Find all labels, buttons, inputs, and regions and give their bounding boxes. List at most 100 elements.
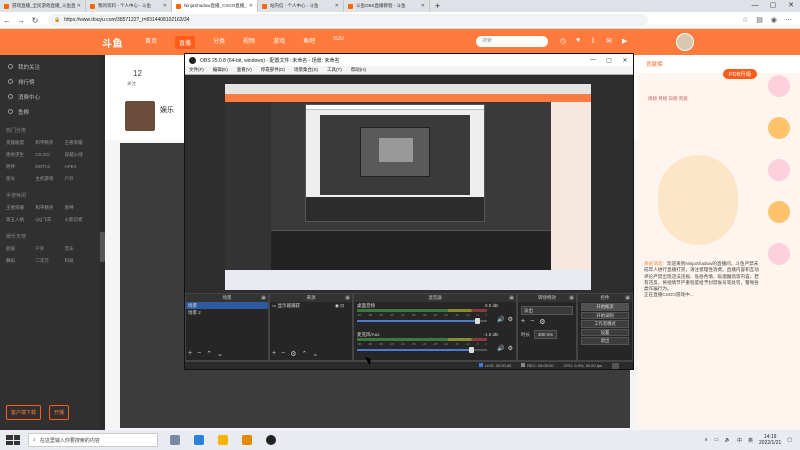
category-link[interactable]: 颜值 xyxy=(6,246,35,252)
dock-close-icon[interactable]: ▣ xyxy=(569,294,574,302)
forward-button[interactable]: → xyxy=(14,16,28,25)
obs-preview[interactable] xyxy=(225,84,591,290)
close-button[interactable]: ✕ xyxy=(782,0,800,12)
profile-icon[interactable]: ◉ xyxy=(771,16,777,24)
close-tab-icon[interactable]: ✕ xyxy=(77,3,81,9)
browser-tab[interactable]: 站内信 - 个人中心 - 斗鱼 ✕ xyxy=(258,0,344,12)
category-link[interactable]: DOTA2 xyxy=(35,164,64,170)
dock-close-icon[interactable]: ▣ xyxy=(261,294,266,302)
category-link[interactable]: 火影忍者 xyxy=(65,217,94,223)
category-link[interactable]: 舞蹈 xyxy=(6,258,35,264)
speaker-icon[interactable]: 🔊 xyxy=(497,345,504,352)
gift-icon[interactable] xyxy=(768,243,790,265)
nav-item[interactable]: S20 xyxy=(333,36,344,49)
add-icon[interactable]: + xyxy=(188,350,192,358)
scene-item-selected[interactable]: 场景 xyxy=(186,302,268,309)
category-link[interactable]: 星光 xyxy=(6,176,35,182)
volume-slider[interactable] xyxy=(357,318,487,324)
sidebar-item-rank[interactable]: 排行榜 xyxy=(0,74,100,89)
category-link[interactable]: 原神 xyxy=(6,164,35,170)
network-icon[interactable]: ▭ xyxy=(714,437,719,443)
follow-icon[interactable]: ♥ xyxy=(576,37,580,45)
move-down-icon[interactable]: ⌄ xyxy=(312,350,318,358)
gear-icon[interactable]: ⚙ xyxy=(508,345,513,352)
close-tab-icon[interactable]: ✕ xyxy=(421,3,425,9)
rank-tabs[interactable]: 周榜 月榜 日榜 贵族 xyxy=(648,95,748,102)
download-icon[interactable]: ⇩ xyxy=(590,37,596,45)
start-recording-button[interactable]: 开始录制 xyxy=(581,311,629,319)
nav-item[interactable]: 鱼吧 xyxy=(303,36,315,49)
windows-start-icon[interactable] xyxy=(6,435,20,445)
gift-icon[interactable] xyxy=(768,159,790,181)
close-tab-icon[interactable]: ✕ xyxy=(335,3,339,9)
category-link[interactable]: 第五人格 xyxy=(6,217,35,223)
back-button[interactable]: ← xyxy=(0,16,14,25)
remove-icon[interactable]: − xyxy=(530,318,534,326)
category-link[interactable]: 原神 xyxy=(65,205,94,211)
sidebar-item-consume[interactable]: 消费中心 xyxy=(0,89,100,104)
speaker-icon[interactable]: 🔊 xyxy=(497,316,504,323)
settings-button[interactable]: 设置 xyxy=(581,328,629,336)
ime-mode[interactable]: 英 xyxy=(748,437,753,444)
nav-item[interactable]: 首页 xyxy=(145,36,157,49)
host-thumbnail[interactable] xyxy=(125,101,155,131)
new-tab-button[interactable]: + xyxy=(430,1,445,11)
tray-expand-icon[interactable]: ∧ xyxy=(704,437,708,443)
ime-indicator[interactable]: 中 xyxy=(737,437,742,444)
start-streaming-button[interactable]: 开始推流 xyxy=(581,303,629,311)
gear-icon[interactable]: ⚙ xyxy=(290,350,296,358)
category-link[interactable]: QQ飞车 xyxy=(35,217,64,223)
sidebar-item-follow[interactable]: 我的关注 xyxy=(0,59,100,74)
close-tab-icon[interactable]: ✕ xyxy=(249,3,253,9)
client-download-button[interactable]: 客户端下载 xyxy=(6,405,42,420)
maximize-button[interactable]: ▢ xyxy=(764,0,782,12)
move-up-icon[interactable]: ⌃ xyxy=(301,350,307,358)
exit-button[interactable]: 退出 xyxy=(581,337,629,345)
douyu-logo[interactable]: 斗鱼 xyxy=(102,35,123,50)
category-link[interactable]: 科技 xyxy=(65,258,94,264)
history-icon[interactable]: ◷ xyxy=(560,37,566,45)
url-field[interactable]: 🔒 https://www.douyu.com/3857122?_t=83144… xyxy=(48,14,648,26)
category-link[interactable]: 绝地求生 xyxy=(6,152,35,158)
start-live-button[interactable]: 开播 xyxy=(49,405,70,420)
menu-view[interactable]: 查看(V) xyxy=(237,67,252,73)
scene-item[interactable]: 场景 2 xyxy=(186,309,268,316)
minimize-button[interactable]: — xyxy=(746,0,764,12)
category-link[interactable]: 英雄联盟 xyxy=(6,140,35,146)
sidebar-item-fish[interactable]: 鱼粮 xyxy=(0,104,100,119)
category-link[interactable]: 和平精英 xyxy=(35,140,64,146)
volume-slider[interactable] xyxy=(357,347,487,353)
duration-input[interactable]: 300 ms xyxy=(534,330,557,339)
category-link[interactable]: 和平精英 xyxy=(35,205,64,211)
obs-maximize-button[interactable]: ▢ xyxy=(601,57,617,64)
collections-icon[interactable]: ▤ xyxy=(756,16,763,24)
category-link[interactable]: 户外 xyxy=(65,176,94,182)
browser-tab[interactable]: 我的资料 - 个人中心 - 斗鱼 ✕ xyxy=(86,0,172,12)
gift-icon[interactable] xyxy=(768,75,790,97)
close-tab-icon[interactable]: ✕ xyxy=(163,3,167,9)
message-icon[interactable]: ✉ xyxy=(606,37,612,45)
menu-file[interactable]: 文件(F) xyxy=(189,67,204,73)
lottery-icon[interactable] xyxy=(768,117,790,139)
category-link[interactable]: 王者荣耀 xyxy=(6,205,35,211)
nav-item[interactable]: 分类 xyxy=(213,36,225,49)
menu-tools[interactable]: 工具(T) xyxy=(327,67,342,73)
obs-close-button[interactable]: ✕ xyxy=(617,57,633,64)
category-link[interactable]: 户外 xyxy=(35,246,64,252)
menu-icon[interactable]: ⋯ xyxy=(785,16,792,24)
category-link[interactable]: 音乐 xyxy=(65,246,94,252)
gear-icon[interactable]: ⚙ xyxy=(508,316,513,323)
pdb-upgrade-badge[interactable]: PDB升级 xyxy=(723,69,758,79)
volume-icon[interactable]: 🔈 xyxy=(725,437,731,443)
add-icon[interactable]: + xyxy=(521,318,525,326)
taskbar-clock[interactable]: 14:19 2022/1/21 xyxy=(759,434,781,446)
transition-select[interactable]: 淡出 xyxy=(521,306,573,315)
favorite-icon[interactable]: ☆ xyxy=(742,16,748,24)
menu-docks[interactable]: 停靠部件(D) xyxy=(261,67,285,73)
menu-help[interactable]: 帮助(H) xyxy=(351,67,366,73)
remove-icon[interactable]: − xyxy=(197,350,201,358)
category-link[interactable]: 主机游戏 xyxy=(35,176,64,182)
browser-tab[interactable]: 游戏直播_全民游戏直播_斗鱼直 ✕ xyxy=(0,0,86,12)
lottery-icon[interactable] xyxy=(768,201,790,223)
visibility-icon[interactable]: ◉ ⊡ xyxy=(335,302,344,309)
